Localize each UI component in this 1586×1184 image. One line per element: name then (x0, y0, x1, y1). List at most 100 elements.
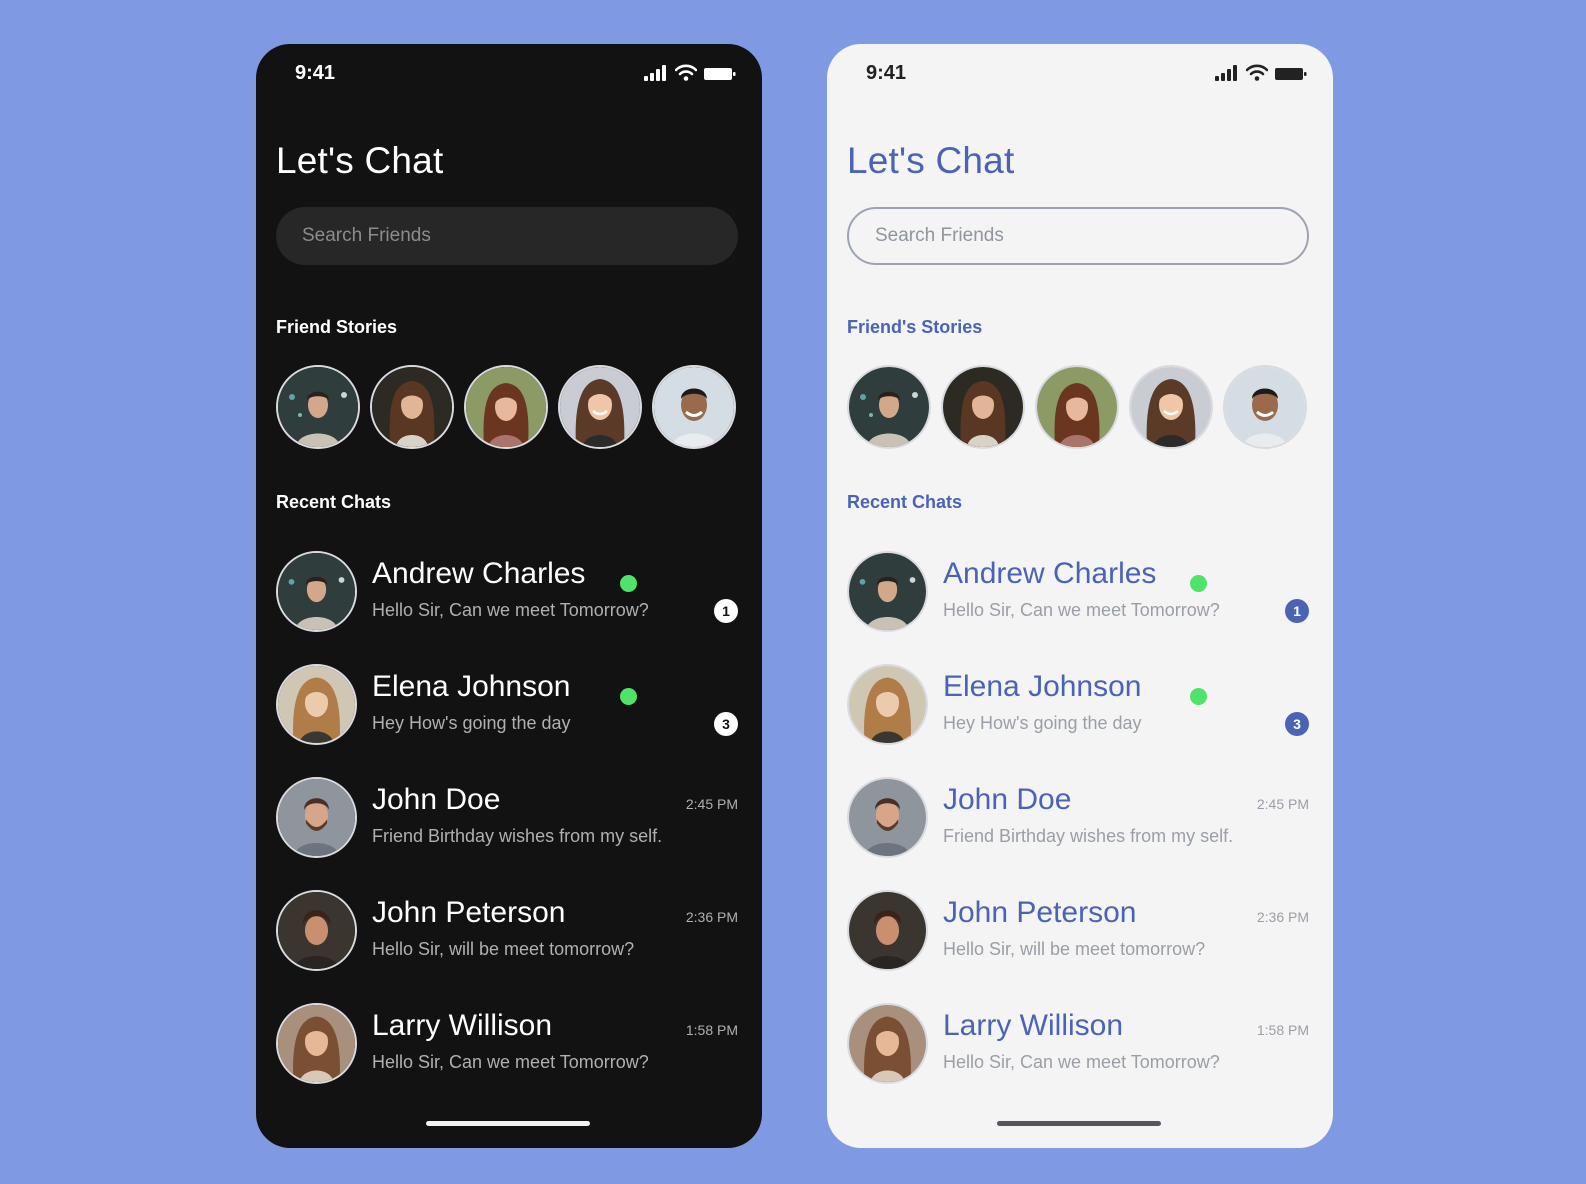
avatar (847, 777, 928, 858)
chat-row-andrew-charles[interactable]: Andrew Charles Hello Sir, Can we meet To… (276, 551, 738, 635)
man-dark-hair-avatar-icon (849, 553, 926, 630)
woman-auburn-hair-avatar-icon (1037, 367, 1117, 447)
friend-stories-row (847, 365, 1313, 453)
message-time: 1:58 PM (685, 1022, 738, 1038)
contact-name: Andrew Charles (943, 557, 1157, 590)
chat-row-larry-willison[interactable]: Larry Willison Hello Sir, Can we meet To… (276, 1003, 738, 1087)
status-bar: 9:41 (256, 44, 762, 104)
chat-row-andrew-charles[interactable]: Andrew Charles Hello Sir, Can we meet To… (847, 551, 1309, 635)
message-time: 2:45 PM (1256, 796, 1309, 812)
home-indicator[interactable] (997, 1121, 1161, 1126)
contact-name: Elena Johnson (372, 670, 571, 703)
chat-row-john-doe[interactable]: John Doe Friend Birthday wishes from my … (276, 777, 738, 861)
avatar (847, 551, 928, 632)
man-beard-avatar-icon (278, 779, 355, 856)
contact-name: Andrew Charles (372, 557, 586, 590)
woman-blonde-hair-avatar-icon (849, 666, 926, 743)
avatar (847, 664, 928, 745)
contact-name: Larry Willison (943, 1009, 1124, 1042)
woman-auburn-hair-avatar-icon (466, 367, 546, 447)
wifi-icon (1246, 64, 1268, 81)
status-time: 9:41 (866, 62, 907, 84)
online-status-dot (1190, 575, 1207, 592)
message-time: 2:45 PM (685, 796, 738, 812)
man-dark-hair-avatar-icon (278, 367, 358, 447)
contact-name: John Doe (372, 783, 501, 816)
young-man-avatar-icon (849, 892, 926, 969)
chat-row-john-peterson[interactable]: John Peterson Hello Sir, will be meet to… (847, 890, 1309, 974)
battery-icon (1275, 68, 1307, 80)
avatar (276, 890, 357, 971)
avatar (276, 777, 357, 858)
man-smiling-avatar-icon (654, 367, 734, 447)
message-preview: Hello Sir, Can we meet Tomorrow? (943, 600, 1220, 620)
recent-chats-heading: Recent Chats (276, 492, 392, 512)
search-input[interactable] (875, 209, 1287, 263)
message-preview: Hey How's going the day (372, 713, 571, 733)
cellular-signal-icon (644, 65, 666, 81)
online-status-dot (1190, 688, 1207, 705)
avatar (276, 551, 357, 632)
dark-theme-phone: 9:41 Let's Chat Friend Stories (256, 44, 762, 1148)
story-avatar[interactable] (1129, 365, 1213, 449)
status-icons (644, 64, 736, 83)
story-avatar[interactable] (276, 365, 360, 449)
story-avatar[interactable] (1035, 365, 1119, 449)
message-preview: Hello Sir, will be meet tomorrow? (372, 939, 635, 959)
story-avatar[interactable] (370, 365, 454, 449)
chat-row-larry-willison[interactable]: Larry Willison Hello Sir, Can we meet To… (847, 1003, 1309, 1087)
woman-long-hair-avatar-icon (278, 1005, 355, 1082)
app-title: Let's Chat (847, 140, 1015, 181)
message-preview: Hello Sir, Can we meet Tomorrow? (372, 1052, 649, 1072)
search-box[interactable] (847, 207, 1309, 265)
cellular-signal-icon (1215, 65, 1237, 81)
story-avatar[interactable] (847, 365, 931, 449)
man-dark-hair-avatar-icon (278, 553, 355, 630)
status-bar: 9:41 (827, 44, 1333, 104)
woman-blonde-hair-avatar-icon (278, 666, 355, 743)
story-avatar[interactable] (1223, 365, 1307, 449)
friend-stories-heading: Friend Stories (276, 317, 398, 337)
recent-chats-heading: Recent Chats (847, 492, 963, 512)
avatar (276, 1003, 357, 1084)
man-smiling-avatar-icon (1225, 367, 1305, 447)
home-indicator[interactable] (426, 1121, 590, 1126)
message-preview: Hello Sir, will be meet tomorrow? (943, 939, 1206, 959)
message-time: 2:36 PM (1256, 909, 1309, 925)
chat-row-elena-johnson[interactable]: Elena Johnson Hey How's going the day 3 (276, 664, 738, 748)
wifi-icon (675, 64, 697, 81)
status-icons (1215, 64, 1307, 83)
contact-name: John Peterson (943, 896, 1137, 929)
message-preview: Hello Sir, Can we meet Tomorrow? (943, 1052, 1220, 1072)
chat-row-john-doe[interactable]: John Doe Friend Birthday wishes from my … (847, 777, 1309, 861)
message-preview: Friend Birthday wishes from my self. (943, 826, 1234, 846)
story-avatar[interactable] (941, 365, 1025, 449)
avatar (276, 664, 357, 745)
contact-name: John Doe (943, 783, 1072, 816)
status-time: 9:41 (295, 62, 336, 84)
woman-long-brown-hair-avatar-icon (372, 367, 452, 447)
app-title: Let's Chat (276, 140, 444, 181)
avatar (847, 890, 928, 971)
man-beard-avatar-icon (849, 779, 926, 856)
unread-badge: 1 (714, 599, 738, 623)
woman-long-brown-hair-avatar-icon (943, 367, 1023, 447)
chat-row-elena-johnson[interactable]: Elena Johnson Hey How's going the day 3 (847, 664, 1309, 748)
story-avatar[interactable] (558, 365, 642, 449)
friend-stories-heading: Friend's Stories (847, 317, 983, 337)
message-preview: Friend Birthday wishes from my self. (372, 826, 663, 846)
message-time: 1:58 PM (1256, 1022, 1309, 1038)
search-box[interactable] (276, 207, 738, 265)
contact-name: Larry Willison (372, 1009, 553, 1042)
unread-badge: 1 (1285, 599, 1309, 623)
message-preview: Hey How's going the day (943, 713, 1142, 733)
search-input[interactable] (302, 207, 718, 265)
unread-badge: 3 (1285, 712, 1309, 736)
online-status-dot (620, 688, 637, 705)
woman-smiling-avatar-icon (560, 367, 640, 447)
story-avatar[interactable] (652, 365, 736, 449)
message-preview: Hello Sir, Can we meet Tomorrow? (372, 600, 649, 620)
chat-row-john-peterson[interactable]: John Peterson Hello Sir, will be meet to… (276, 890, 738, 974)
woman-long-hair-avatar-icon (849, 1005, 926, 1082)
story-avatar[interactable] (464, 365, 548, 449)
